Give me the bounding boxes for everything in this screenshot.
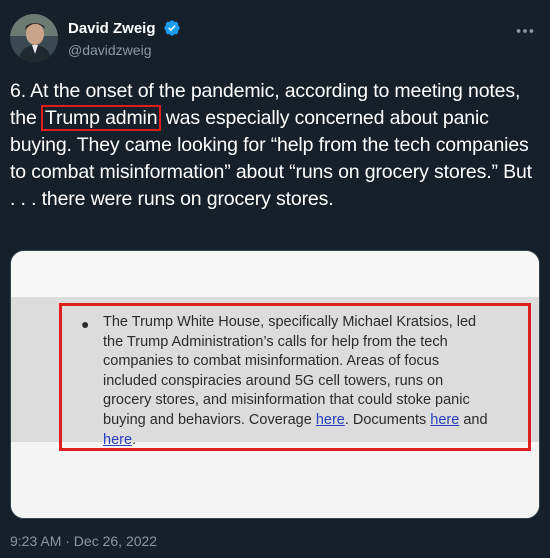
handle[interactable]: @davidzweig — [68, 42, 181, 58]
author-names: David Zweig @davidzweig — [68, 19, 181, 58]
red-highlight-frame — [59, 303, 531, 451]
verified-badge-icon — [164, 20, 180, 36]
highlight-trump-admin: Trump admin — [40, 105, 162, 131]
profile-photo-icon — [10, 14, 58, 62]
display-name[interactable]: David Zweig — [68, 20, 156, 37]
tweet-timestamp[interactable]: 9:23 AM · Dec 26, 2022 — [10, 533, 157, 549]
more-horizontal-icon[interactable] — [514, 20, 536, 42]
document-top-margin — [11, 251, 539, 297]
tweet-text-part3: . — [328, 188, 334, 210]
tweet-text: 6. At the onset of the pandemic, accordi… — [10, 78, 540, 213]
attached-image[interactable]: ● The Trump White House, specifically Mi… — [10, 250, 540, 519]
document-bottom-margin — [11, 442, 539, 518]
tweet-header: David Zweig @davidzweig — [10, 14, 540, 64]
avatar[interactable] — [10, 14, 58, 62]
